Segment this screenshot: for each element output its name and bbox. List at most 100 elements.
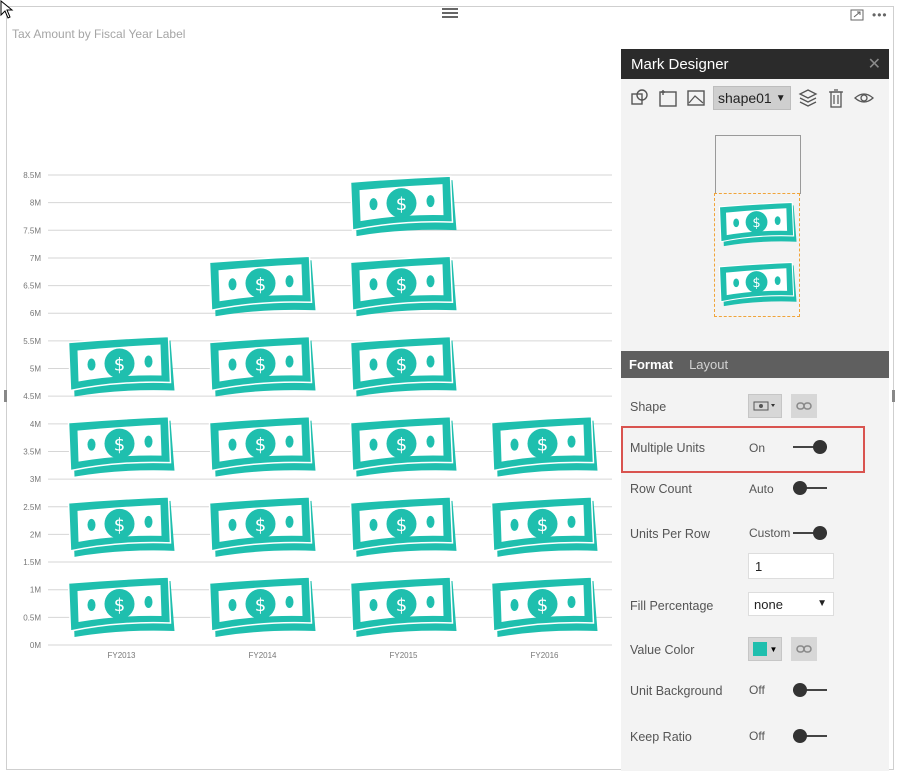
preview-selection[interactable] [714, 193, 800, 317]
money-bill-icon [208, 576, 317, 638]
y-tick-label: 6M [30, 309, 41, 318]
tab-layout[interactable]: Layout [689, 357, 728, 372]
bar-fy2016[interactable] [490, 415, 599, 638]
y-tick-label: 7.5M [23, 226, 41, 235]
row-count-value: Auto [749, 482, 774, 496]
chevron-down-icon: ▼ [817, 598, 827, 609]
unit-background-value: Off [749, 683, 765, 697]
link-icon[interactable] [791, 394, 817, 418]
shape-selector-value: shape01 [718, 90, 772, 106]
resize-handle-right[interactable] [892, 390, 895, 402]
unit-background-label: Unit Background [630, 684, 723, 698]
y-tick-label: 8.5M [23, 171, 41, 180]
fill-percentage-label: Fill Percentage [630, 599, 714, 613]
mouse-cursor-icon [0, 0, 14, 19]
designer-tabs: Format Layout [621, 351, 889, 378]
y-tick-label: 4.5M [23, 392, 41, 401]
link-icon[interactable] [791, 637, 817, 661]
money-bill-icon [718, 201, 798, 247]
shape-picker-button[interactable] [748, 394, 782, 418]
money-bill-icon [208, 255, 317, 318]
money-bill-icon [67, 335, 176, 398]
money-bill-icon [208, 415, 317, 478]
visual-header-icons: ••• [850, 8, 888, 22]
x-tick-label: FY2015 [389, 651, 418, 660]
shape-label: Shape [630, 400, 667, 414]
money-bill-icon [67, 415, 176, 478]
more-options-icon[interactable]: ••• [872, 8, 888, 22]
shape-selector[interactable]: shape01 ▼ [713, 86, 791, 110]
y-tick-label: 5.5M [23, 337, 41, 346]
keep-ratio-value: Off [749, 729, 765, 743]
shape-preview[interactable] [714, 135, 801, 319]
money-bill-icon [349, 576, 458, 638]
money-bill-icon [490, 576, 599, 638]
tab-format[interactable]: Format [629, 357, 673, 372]
unit-chart: 0M 0.5M 1M 1.5M 2M 2.5M 3M 3.5M 4M 4.5M 5M 5.5M 6M 6.… [23, 171, 612, 660]
row-count-label: Row Count [630, 482, 692, 496]
x-tick-label: FY2014 [248, 651, 277, 660]
color-swatch [752, 642, 767, 656]
units-per-row-value: Custom [749, 526, 791, 540]
x-tick-label: FY2013 [107, 651, 136, 660]
y-tick-label: 0.5M [23, 613, 41, 622]
money-bill-icon [490, 496, 599, 558]
bar-fy2013[interactable] [67, 335, 176, 638]
close-icon[interactable]: ✕ [868, 54, 881, 74]
text-icon[interactable] [657, 87, 679, 109]
multiple-units-highlight [621, 426, 865, 473]
y-tick-label: 1M [30, 586, 41, 595]
mark-designer-panel: Mark Designer ✕ shape01 ▼ Format Layout … [621, 49, 889, 771]
y-tick-label: 0M [30, 641, 41, 650]
row-count-toggle[interactable] [793, 481, 829, 495]
units-per-row-toggle[interactable] [793, 526, 829, 540]
money-bill-icon [718, 261, 798, 307]
money-bill-icon [208, 335, 317, 398]
keep-ratio-label: Keep Ratio [630, 730, 692, 744]
y-tick-label: 8M [30, 199, 41, 208]
y-tick-label: 3M [30, 475, 41, 484]
y-tick-label: 2M [30, 530, 41, 539]
money-bill-icon [349, 496, 458, 558]
panel-header: Mark Designer ✕ [621, 49, 889, 79]
chart-title: Tax Amount by Fiscal Year Label [12, 27, 186, 41]
money-bill-icon [349, 415, 458, 478]
value-color-picker[interactable]: ▼ [748, 637, 782, 661]
resize-handle-left[interactable] [4, 390, 7, 402]
bar-fy2015[interactable] [349, 175, 458, 638]
money-bill-icon [349, 255, 458, 318]
unit-background-toggle[interactable] [793, 683, 829, 697]
delete-icon[interactable] [825, 87, 847, 109]
y-tick-label: 7M [30, 254, 41, 263]
money-bill-icon [349, 175, 458, 237]
visibility-icon[interactable] [853, 87, 875, 109]
fill-percentage-value: none [754, 597, 783, 612]
money-bill-icon [67, 576, 176, 638]
y-tick-label: 5M [30, 365, 41, 374]
focus-mode-icon[interactable] [850, 9, 864, 21]
money-bill-icon [490, 415, 599, 478]
y-tick-label: 6.5M [23, 282, 41, 291]
fill-percentage-select[interactable]: none ▼ [748, 592, 834, 616]
image-icon[interactable] [685, 87, 707, 109]
y-tick-label: 3.5M [23, 447, 41, 456]
value-color-label: Value Color [630, 643, 695, 657]
preview-empty-area [715, 135, 801, 194]
chevron-down-icon: ▼ [769, 644, 778, 654]
designer-toolbar: shape01 ▼ [621, 79, 889, 117]
money-bill-icon [208, 496, 317, 558]
y-tick-label: 2.5M [23, 503, 41, 512]
keep-ratio-toggle[interactable] [793, 729, 829, 743]
layers-icon[interactable] [797, 87, 819, 109]
drag-handle-icon[interactable] [442, 8, 458, 20]
units-per-row-label: Units Per Row [630, 527, 710, 541]
chevron-down-icon: ▼ [775, 92, 786, 104]
shapes-icon[interactable] [629, 87, 651, 109]
x-tick-label: FY2016 [530, 651, 559, 660]
money-bill-icon [67, 496, 176, 558]
y-tick-label: 4M [30, 420, 41, 429]
money-bill-icon [349, 335, 458, 398]
units-per-row-input[interactable]: 1 [748, 553, 834, 579]
panel-title: Mark Designer [631, 55, 729, 73]
y-tick-label: 1.5M [23, 558, 41, 567]
